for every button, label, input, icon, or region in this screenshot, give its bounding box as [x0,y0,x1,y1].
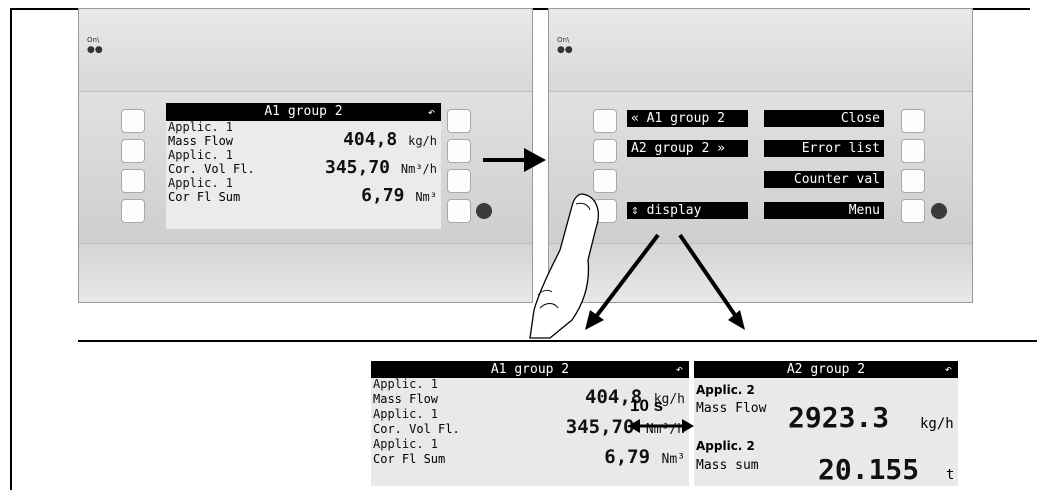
app-label: Applic. 2 [696,383,755,397]
device-top-band [79,9,532,92]
screen-header: A1 group 2 ↶ [166,103,441,121]
status-led-label: On\ [87,36,100,44]
back-icon[interactable]: ↶ [428,103,435,121]
measure-unit: Nm³ [415,190,437,204]
measure-name: Cor. Vol Fl. [168,162,255,176]
softkey-left-2[interactable] [593,139,617,163]
measure-name: Mass Flow [168,134,234,148]
measure-name: Cor Fl Sum [168,190,241,204]
measure-value: 20.155 [818,453,920,486]
measure-unit: kg/h [408,134,437,148]
menu-next-group[interactable]: A2 group 2 » [627,140,748,157]
measure-value: 345,70 [565,416,635,438]
softkey-left-2[interactable] [121,139,145,163]
menu-display-toggle[interactable]: ⇕ display [627,202,748,219]
softkey-right-3[interactable] [901,169,925,193]
softkey-right-2[interactable] [447,139,471,163]
status-led-label: On\ [557,36,570,44]
softkey-left-4[interactable] [121,199,145,223]
flow-arrow [483,148,546,172]
screen-header: A1 group 2 ↶ [371,361,689,378]
power-indicator-dot [476,203,492,219]
measure-name: Cor Fl Sum [373,452,446,466]
measure-unit: Nm³/h [400,162,437,176]
back-icon: ↶ [944,362,952,376]
softkey-right-2[interactable] [901,139,925,163]
softkey-right-4[interactable] [447,199,471,223]
measure-name: Mass sum [696,458,759,473]
softkey-right-1[interactable] [901,109,925,133]
value-row: Mass Flow 404,8 kg/h [166,131,441,149]
screen-title: A1 group 2 [264,104,343,119]
screen-title: A1 group 2 [490,362,570,377]
menu-prev-group[interactable]: « A1 group 2 [627,110,748,127]
power-indicator-dot [931,203,947,219]
display-screen: A1 group 2 ↶ Applic. 1 Mass Flow 404,8 k… [166,103,441,229]
bidirectional-arrow-icon [628,419,694,433]
value-row: Cor Fl Sum 6,79 Nm³ [166,187,441,205]
measure-name: Mass Flow [373,392,439,406]
measure-value: 2923.3 [788,401,890,434]
screen-header: A2 group 2 ↶ [694,361,958,378]
measure-unit: kg/h [920,416,954,432]
menu-counter-val[interactable]: Counter val [764,171,884,188]
measure-value: 404,8 [343,129,398,150]
device-bottom-band [79,243,532,302]
menu-close[interactable]: Close [764,110,884,127]
softkey-left-3[interactable] [121,169,145,193]
softkey-right-4[interactable] [901,199,925,223]
device-left: On\ ●● A1 group 2 ↶ Applic. 1 Mass Flow … [78,8,533,303]
softkey-left-1[interactable] [593,109,617,133]
app-label: Applic. 2 [696,439,755,453]
led-icon: ●● [87,45,103,55]
screen-title: A2 group 2 [786,362,866,377]
value-row: Cor. Vol Fl. 345,70 Nm³/h [166,159,441,177]
value-row: Cor Fl Sum 6,79 Nm³ [371,448,689,468]
softkey-right-1[interactable] [447,109,471,133]
measure-name: Cor. Vol Fl. [373,422,460,436]
branch-arrows [585,233,745,330]
measure-value: 6,79 [604,446,651,468]
menu-menu[interactable]: Menu [764,202,884,219]
menu-error-list[interactable]: Error list [764,140,884,157]
measure-unit: t [946,467,955,483]
softkey-right-3[interactable] [447,169,471,193]
back-icon: ↶ [675,362,683,376]
measure-name: Mass Flow [696,401,767,416]
device-top-band [549,9,972,92]
lcd-detail-a2: A2 group 2 ↶ Applic. 2 Mass Flow 2923.3 … [694,361,958,486]
measure-unit: Nm³ [661,452,685,467]
softkey-left-1[interactable] [121,109,145,133]
led-icon: ●● [557,45,573,55]
measure-value: 345,70 [325,157,391,178]
interval-label: 10 s [630,396,664,415]
section-divider [78,340,1037,342]
measure-value: 6,79 [361,185,405,206]
